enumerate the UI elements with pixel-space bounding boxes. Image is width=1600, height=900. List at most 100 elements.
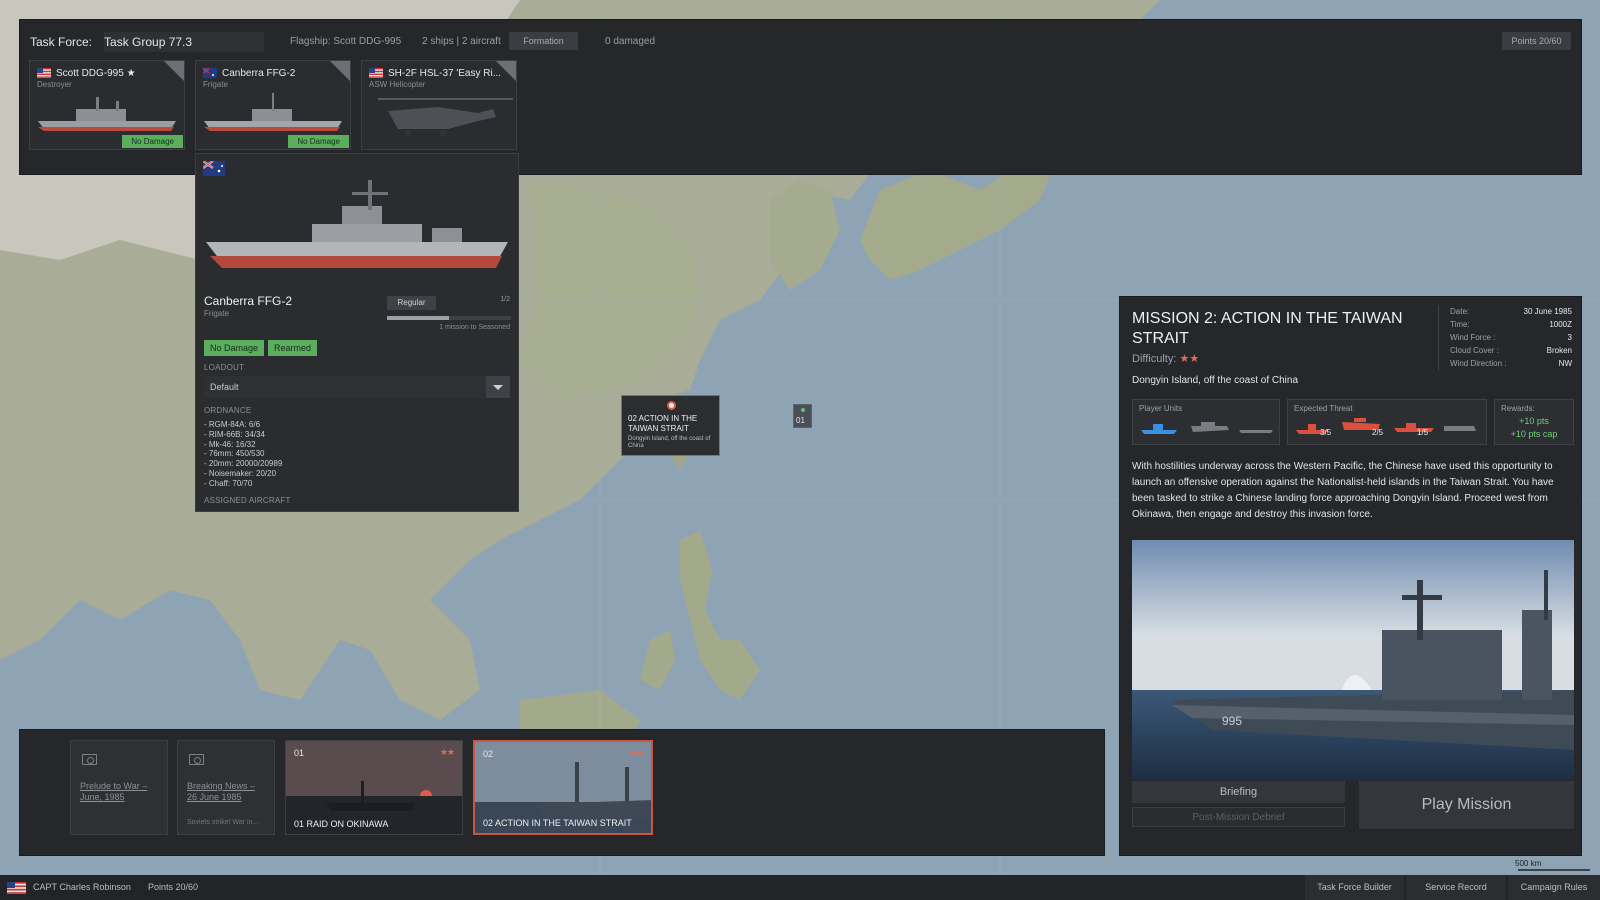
mission-caption: 01 RAID ON OKINAWA bbox=[294, 819, 389, 829]
player-name: CAPT Charles Robinson bbox=[33, 882, 131, 892]
story-title: Prelude to War – June, 1985 bbox=[80, 781, 148, 802]
task-force-builder-button[interactable]: Task Force Builder bbox=[1305, 875, 1404, 900]
mission-panel: MISSION 2: ACTION IN THE TAIWAN STRAIT D… bbox=[1119, 296, 1582, 856]
player-units-box: Player Units bbox=[1132, 399, 1280, 445]
condition-time: Time: 1000Z bbox=[1450, 320, 1572, 329]
difficulty: Difficulty: ★★ bbox=[1132, 352, 1199, 365]
threat-count-subs: 1/5 bbox=[1417, 428, 1429, 437]
story-card-prelude[interactable]: Prelude to War – June, 1985 bbox=[70, 740, 168, 835]
threat-count-ships: 3/5 bbox=[1320, 428, 1332, 437]
condition-date: Date: 30 June 1985 bbox=[1450, 307, 1572, 316]
ordnance-item: - RIM-66B: 34/34 bbox=[204, 429, 265, 439]
briefing-button[interactable]: Briefing bbox=[1132, 781, 1345, 803]
us-flag-icon bbox=[37, 68, 51, 78]
mission-location: Dongyin Island, off the coast of China bbox=[1132, 375, 1299, 386]
player-units-label: Player Units bbox=[1139, 404, 1183, 413]
card-corner-icon bbox=[164, 61, 184, 81]
mission-card-01[interactable]: 01 ★★ 01 RAID ON OKINAWA bbox=[285, 740, 463, 835]
unit-card-scott[interactable]: Scott DDG-995 ★ Destroyer No Damage bbox=[29, 60, 185, 150]
formation-button[interactable]: Formation bbox=[509, 32, 578, 50]
au-flag-icon bbox=[203, 161, 225, 176]
map-scale: 500 km bbox=[1515, 859, 1542, 868]
experience-note: 1 mission to Seasoned bbox=[439, 324, 510, 331]
ordnance-item: - Noisemaker: 20/20 bbox=[204, 468, 277, 478]
expected-threat-box: Expected Threat 3/5 2/5 1/5 bbox=[1287, 399, 1487, 445]
rank-badge: Regular bbox=[387, 296, 436, 310]
loadout-value: Default bbox=[210, 382, 239, 392]
helicopter-silhouette bbox=[378, 98, 513, 136]
mission-description: With hostilities underway across the Wes… bbox=[1132, 461, 1554, 520]
unit-class: Frigate bbox=[203, 80, 228, 89]
mission-stars-icon: ★★ bbox=[439, 747, 455, 757]
mission-card-02-selected[interactable]: 02 ★★ 02 ACTION IN THE TAIWAN STRAIT bbox=[473, 740, 653, 835]
condition-cloud-cover: Cloud Cover : Broken bbox=[1450, 346, 1572, 355]
svg-text:995: 995 bbox=[1222, 714, 1242, 728]
experience-bar bbox=[387, 316, 511, 320]
post-mission-debrief-button[interactable]: Post-Mission Debrief bbox=[1132, 807, 1345, 827]
player-units-icons bbox=[1141, 422, 1273, 434]
loadout-select[interactable]: Default bbox=[204, 376, 510, 398]
newspaper-icon bbox=[82, 754, 97, 765]
reward-points: +10 pts bbox=[1519, 416, 1549, 426]
newspaper-icon bbox=[189, 754, 204, 765]
condition-wind-direction: Wind Direction : NW bbox=[1450, 359, 1572, 368]
condition-wind-force: Wind Force :3 bbox=[1450, 333, 1572, 342]
campaign-rules-button[interactable]: Campaign Rules bbox=[1508, 875, 1600, 900]
ship-image bbox=[206, 180, 508, 268]
unit-name: SH-2F HSL-37 'Easy Ri... bbox=[388, 68, 502, 79]
frigate-silhouette bbox=[204, 93, 342, 131]
loadout-label: LOADOUT bbox=[204, 363, 245, 372]
ordnance-list: - RGM-84A: 6/6 - RIM-66B: 34/34 - Mk-46:… bbox=[204, 420, 282, 489]
ordnance-item: - 20mm: 20000/20989 bbox=[204, 459, 283, 469]
ordnance-item: - Mk-46: 16/32 bbox=[204, 439, 256, 449]
mission-marker-02[interactable]: 02 ACTION IN THE TAIWAN STRAIT Dongyin I… bbox=[621, 395, 720, 456]
expected-threat-label: Expected Threat bbox=[1294, 404, 1353, 413]
marker-title: 02 ACTION IN THE TAIWAN STRAIT bbox=[628, 414, 698, 433]
ship-class: Frigate bbox=[204, 309, 229, 318]
task-force-panel: Task Force: Task Group 77.3 Flagship: Sc… bbox=[19, 19, 1582, 175]
mission-number: 02 bbox=[483, 749, 494, 759]
player-points: Points 20/60 bbox=[148, 882, 199, 892]
unit-card-helicopter[interactable]: SH-2F HSL-37 'Easy Ri... ASW Helicopter bbox=[361, 60, 517, 150]
play-mission-button[interactable]: Play Mission bbox=[1359, 781, 1574, 829]
reward-cap: +10 pts cap bbox=[1510, 429, 1558, 439]
divider bbox=[1438, 305, 1439, 371]
us-flag-icon bbox=[369, 68, 383, 78]
unit-class: Destroyer bbox=[37, 80, 72, 89]
marker-dot-icon bbox=[801, 408, 805, 412]
story-title: Breaking News – 26 June 1985 bbox=[187, 781, 256, 802]
experience-fill bbox=[387, 316, 449, 320]
unit-counts: 2 ships | 2 aircraft bbox=[422, 36, 501, 47]
difficulty-stars-icon: ★★ bbox=[1179, 353, 1200, 365]
unit-name: Canberra FFG-2 bbox=[222, 68, 296, 79]
task-force-name-field[interactable]: Task Group 77.3 bbox=[104, 32, 265, 52]
damage-status-badge: No Damage bbox=[288, 135, 349, 148]
bottom-bar: CAPT Charles Robinson Points 20/60 Task … bbox=[0, 875, 1600, 900]
unit-name: Scott DDG-995 ★ bbox=[56, 68, 136, 79]
mission-title: MISSION 2: ACTION IN THE TAIWAN STRAIT bbox=[1132, 310, 1403, 347]
marker-dot-icon bbox=[667, 401, 676, 410]
experience-count: 1/2 bbox=[500, 296, 510, 303]
story-card-breaking-news[interactable]: Breaking News – 26 June 1985 Soviets str… bbox=[177, 740, 275, 835]
task-force-label: Task Force: bbox=[30, 35, 93, 49]
marker-subtitle: Dongyin Island, off the coast of China bbox=[628, 436, 711, 449]
mission-number: 01 bbox=[294, 748, 305, 758]
story-subtitle: Soviets strike! War in... bbox=[187, 819, 259, 826]
us-flag-icon bbox=[7, 882, 26, 894]
damaged-count: 0 damaged bbox=[605, 36, 656, 47]
mission-image: 995 bbox=[1132, 540, 1574, 780]
difficulty-label: Difficulty: bbox=[1132, 353, 1177, 365]
assigned-aircraft-label: ASSIGNED AIRCRAFT bbox=[204, 496, 291, 505]
mission-marker-01[interactable]: 01 bbox=[793, 404, 812, 428]
unit-card-canberra[interactable]: Canberra FFG-2 Frigate No Damage bbox=[195, 60, 351, 150]
flagship-info: Flagship: Scott DDG-995 bbox=[290, 36, 402, 47]
card-corner-icon bbox=[330, 61, 350, 81]
damage-status-badge: No Damage bbox=[122, 135, 183, 148]
mission-stars-icon: ★★ bbox=[628, 748, 644, 758]
service-record-button[interactable]: Service Record bbox=[1406, 875, 1506, 900]
destroyer-silhouette bbox=[38, 97, 176, 131]
ship-detail-panel: Canberra FFG-2 Frigate Regular 1/2 1 mis… bbox=[195, 153, 519, 512]
chevron-down-icon[interactable] bbox=[486, 376, 510, 398]
points-badge: Points 20/60 bbox=[1502, 32, 1571, 50]
ordnance-item: - Chaff: 70/70 bbox=[204, 478, 253, 488]
